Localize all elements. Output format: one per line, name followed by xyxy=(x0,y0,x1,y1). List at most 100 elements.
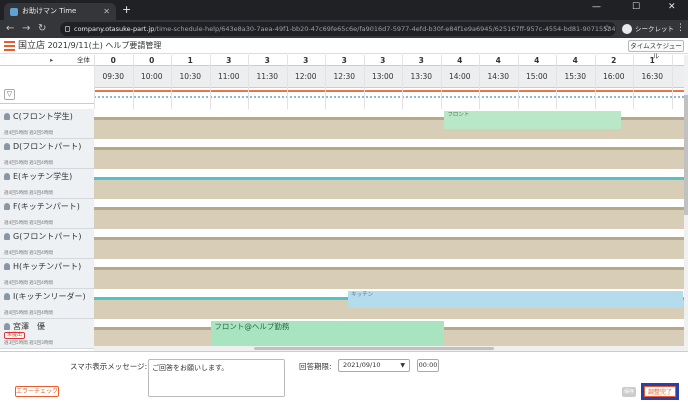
page-title-text: 2021/9/11(土) ヘルプ要請管理 xyxy=(47,41,162,50)
shift-row[interactable] xyxy=(94,169,684,199)
employee-row-label[interactable]: G(フロントパート) 週4回5時間 週1回4時間 xyxy=(0,229,94,259)
employee-row-label[interactable]: E(キッチン学生) 週4回5時間 週1回4時間 xyxy=(0,169,94,199)
back-icon[interactable]: ← xyxy=(6,22,14,36)
close-tab-icon[interactable]: ✕ xyxy=(103,3,110,20)
staff-count-cell: 3 xyxy=(264,56,270,65)
schedule-grid: ▸ 全体 ▽ C(フロント学生) 週4回5時間 週2回5時間 D(フロントパート) 週… xyxy=(0,55,688,351)
maximize-icon[interactable]: ☐ xyxy=(632,2,640,12)
hamburger-menu-icon[interactable] xyxy=(4,41,15,51)
horizontal-scroll-thumb[interactable] xyxy=(254,347,494,350)
employee-column: ▸ 全体 ▽ C(フロント学生) 週4回5時間 週2回5時間 D(フロントパート) 週… xyxy=(0,55,94,351)
person-icon xyxy=(4,113,10,120)
person-icon xyxy=(4,173,10,180)
availability-band xyxy=(94,209,684,229)
employee-shift-summary: 週3回5時間 週1回3時間 xyxy=(4,341,53,346)
employee-shift-summary: 週4回5時間 週2回5時間 xyxy=(4,131,53,136)
error-check-button[interactable]: エラーチェック xyxy=(15,386,59,397)
shift-row[interactable] xyxy=(94,139,684,169)
time-header-cell: 09:30 xyxy=(102,72,125,81)
shift-row[interactable] xyxy=(94,199,684,229)
time-header-cell: 14:30 xyxy=(487,72,510,81)
employee-row-label[interactable]: C(フロント学生) 週4回5時間 週2回5時間 xyxy=(0,109,94,139)
employee-row-label[interactable]: H(キッチンパート) 週4回5時間 週1回4時間 xyxy=(0,259,94,289)
browser-tab[interactable]: お助けマン Time ✕ xyxy=(4,3,116,20)
staff-count-cell: 2 xyxy=(611,56,617,65)
dropdown-arrow-icon: ▼ xyxy=(400,362,405,369)
staff-count-cell: 1 xyxy=(649,56,655,65)
deadline-date-select[interactable]: 2021/09/10 ▼ xyxy=(338,359,410,372)
requirement-line xyxy=(94,90,684,92)
incognito-icon xyxy=(622,24,632,34)
header-divider xyxy=(0,103,94,104)
employee-shift-summary: 週4回5時間 週1回4時間 xyxy=(4,191,53,196)
availability-band xyxy=(94,239,684,259)
browser-menu-icon[interactable]: ⋮ xyxy=(676,23,685,33)
footer-panel: スマホ表示メッセージ: ご回答をお願いします。 回答期限: 2021/09/10… xyxy=(0,351,688,407)
shift-row[interactable] xyxy=(94,229,684,259)
timeschedule-button[interactable]: タイムスケジュール xyxy=(628,40,684,60)
row-divider xyxy=(94,267,684,270)
adjust-complete-button[interactable]: 調整完了 xyxy=(641,383,679,400)
lock-icon xyxy=(65,26,70,32)
shift-row[interactable] xyxy=(94,259,684,289)
vertical-scrollbar[interactable] xyxy=(684,55,688,351)
shift-block[interactable]: キッチン xyxy=(348,291,684,308)
address-bar-row: ← → ↻ company.otasuke-part.jp/time-sched… xyxy=(0,20,688,38)
adjust-complete-label: 調整完了 xyxy=(644,386,676,397)
minimize-icon[interactable]: — xyxy=(592,2,601,12)
time-header-cell: 15:00 xyxy=(525,72,548,81)
deadline-time-input[interactable]: 00:00 xyxy=(417,359,439,372)
time-header-cell: 14:00 xyxy=(448,72,471,81)
row-divider xyxy=(94,207,684,210)
staff-count-cell: 4 xyxy=(457,56,463,65)
person-icon xyxy=(4,293,10,300)
staff-count-cell: 3 xyxy=(226,56,232,65)
staff-count-cell: 0 xyxy=(149,56,155,65)
employee-row-label[interactable]: D(フロントパート) 週4回5時間 週1回4時間 xyxy=(0,139,94,169)
deadline-label: 回答期限: xyxy=(299,362,332,371)
message-textarea[interactable]: ご回答をお願いします。 xyxy=(148,359,285,397)
all-label: 全体 xyxy=(77,56,90,64)
shift-block[interactable]: フロント xyxy=(444,111,622,129)
staff-count-cell: 0 xyxy=(110,56,116,65)
time-header-cell: 16:30 xyxy=(641,72,664,81)
incognito-indicator[interactable]: シークレット xyxy=(622,22,674,36)
shift-block[interactable]: フロント@ヘルプ勤務 xyxy=(211,321,445,345)
employee-row-label[interactable]: I(キッチンリーダー) 週4回5時間 週1回4時間 xyxy=(0,289,94,319)
employee-name: F(キッチンパート) xyxy=(4,202,80,212)
person-icon xyxy=(4,233,10,240)
incognito-label: シークレット xyxy=(635,25,674,33)
staff-count-cell: 4 xyxy=(534,56,540,65)
new-tab-icon[interactable]: + xyxy=(122,3,131,17)
staff-count-cell: 3 xyxy=(380,56,386,65)
row-divider xyxy=(94,237,684,240)
filter-icon[interactable]: ▽ xyxy=(4,89,15,100)
employee-shift-summary: 週4回5時間 週1回4時間 xyxy=(4,221,53,226)
url-field[interactable]: company.otasuke-part.jp/time-schedule-he… xyxy=(60,22,616,36)
store-name: 国立店 xyxy=(18,41,46,51)
availability-band xyxy=(94,179,684,199)
save-button[interactable]: 保存 xyxy=(622,387,636,397)
reload-icon[interactable]: ↻ xyxy=(38,22,46,36)
staff-count-cell: 4 xyxy=(495,56,501,65)
forward-icon[interactable]: → xyxy=(22,22,30,36)
employee-name: I(キッチンリーダー) xyxy=(4,292,86,302)
star-icon[interactable]: ☆ xyxy=(603,22,611,36)
grid-corner: ▸ 全体 xyxy=(0,55,94,66)
expand-arrow-icon[interactable]: ▸ xyxy=(50,55,53,66)
timeline-area: 0 0 1 3 3 3 3 3 3 4 4 4 4 2 1 09:30 10:00 10:30 11:00 11:3… xyxy=(94,55,684,351)
employee-row-label[interactable]: F(キッチンパート) 週4回5時間 週1回4時間 xyxy=(0,199,94,229)
person-icon xyxy=(4,263,10,270)
employee-row-label[interactable]: 宮澤 優未提出 週3回5時間 週1回3時間 xyxy=(0,319,94,349)
close-window-icon[interactable]: ✕ xyxy=(668,2,676,12)
row-divider xyxy=(94,147,684,150)
unsubmitted-badge: 未提出 xyxy=(4,332,26,339)
time-header-cell: 16:00 xyxy=(602,72,625,81)
time-header-cell: 15:30 xyxy=(564,72,587,81)
employee-name: H(キッチンパート) xyxy=(4,262,81,272)
browser-tab-bar: お助けマン Time ✕ + — ☐ ✕ xyxy=(0,0,688,20)
vertical-scroll-thumb[interactable] xyxy=(684,95,688,215)
url-path: /time-schedule-help/643e8a30-7aea-49f1-b… xyxy=(154,25,616,33)
time-header-cell: 12:00 xyxy=(294,72,317,81)
time-header-cell: 10:30 xyxy=(179,72,202,81)
